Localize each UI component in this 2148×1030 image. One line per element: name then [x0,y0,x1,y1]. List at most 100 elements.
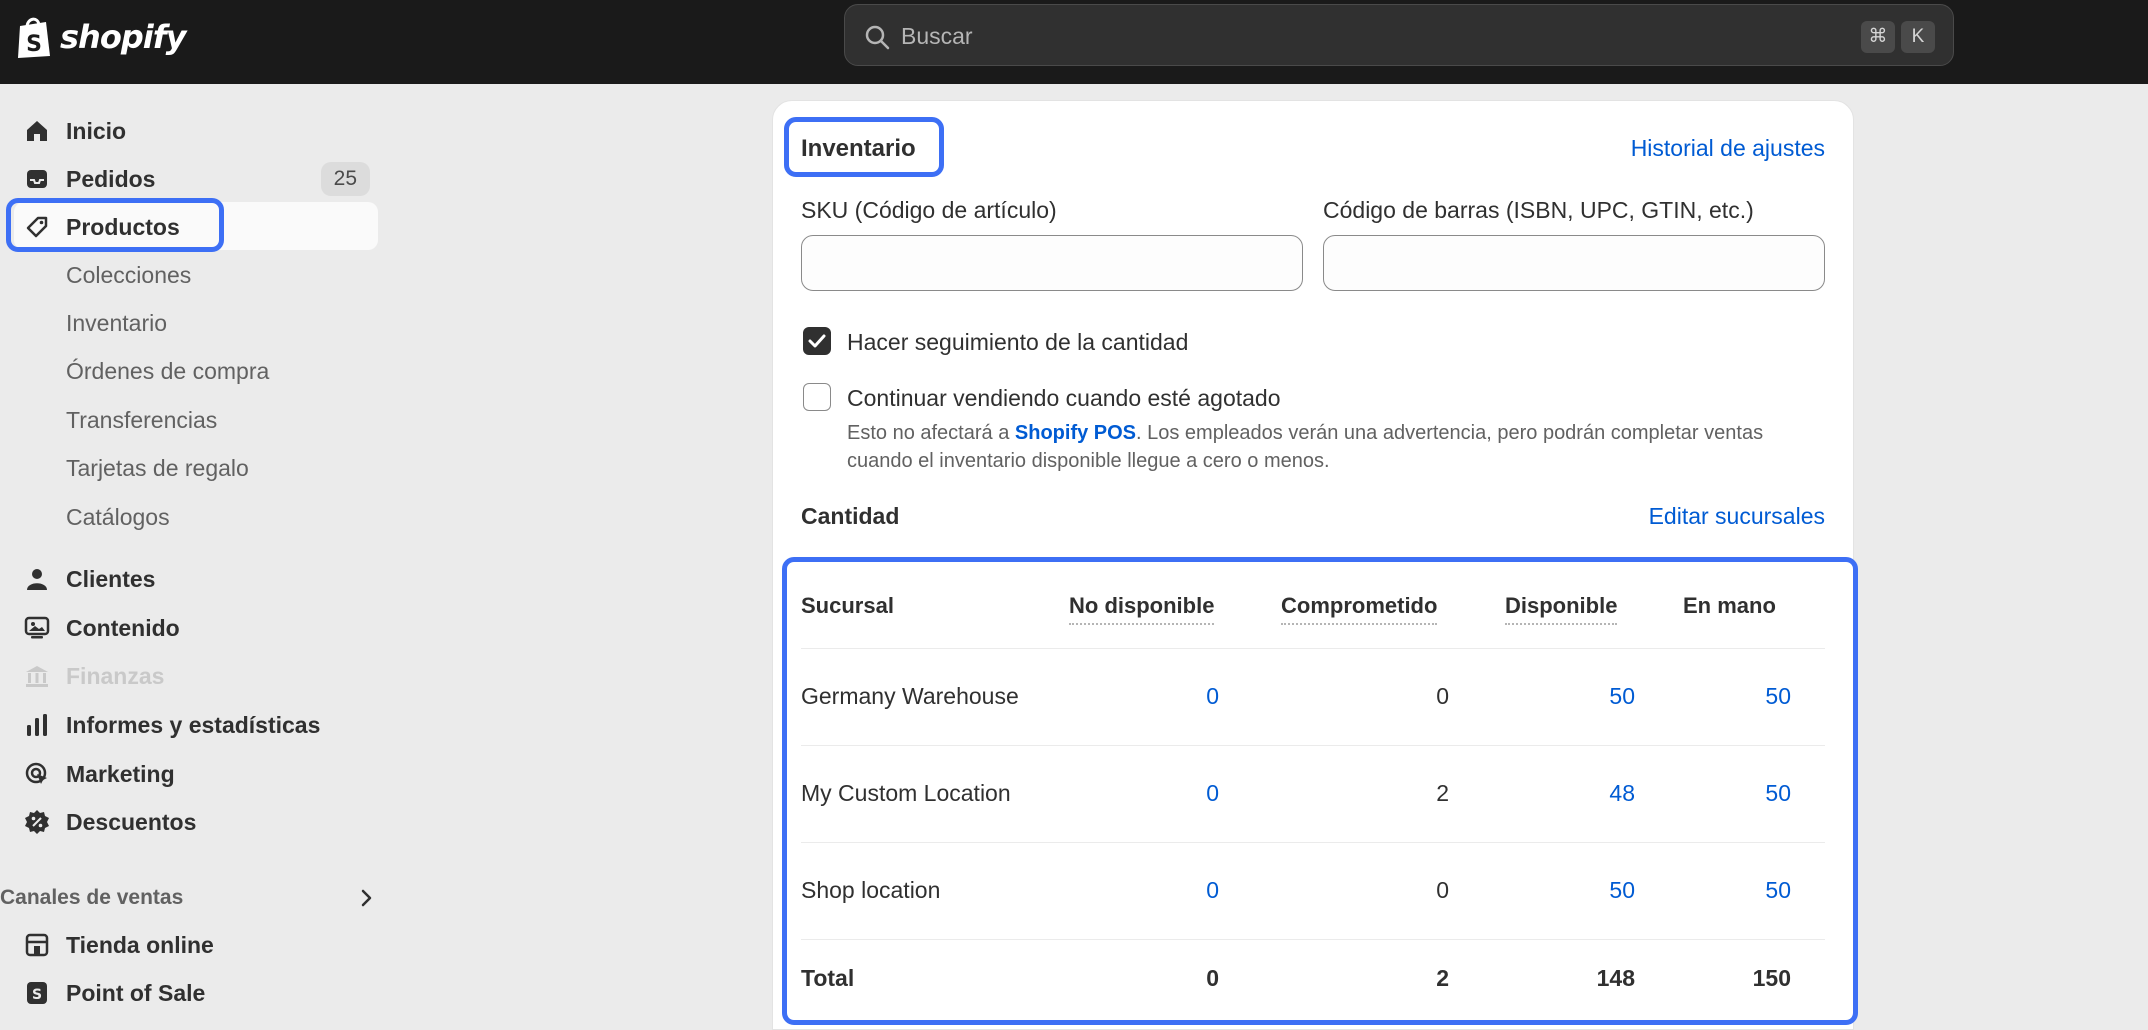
bar-chart-icon [27,714,47,736]
content-icon [24,616,50,639]
shortcut-key-cmd: ⌘ [1861,21,1895,53]
sidebar-item-transferencias[interactable]: Transferencias [14,395,378,443]
barcode-input[interactable] [1323,235,1825,291]
sidebar-item-label: Point of Sale [66,980,206,1006]
bank-icon [26,666,48,687]
checkmark-icon [808,334,826,348]
sidebar-item-label: Transferencias [66,407,218,433]
inventory-card: Inventario Historial de ajustes SKU (Cód… [772,100,1854,1030]
col-header-committed[interactable]: Comprometido [1281,593,1438,625]
continue-selling-label: Continuar vendiendo cuando esté agotado [847,385,1281,411]
shortcut-key-k: K [1901,21,1935,53]
target-icon [25,762,47,784]
sidebar-item-contenido[interactable]: Contenido [14,603,378,651]
sidebar-item-label: Descuentos [66,809,197,835]
total-label: Total [801,965,855,991]
help-text-before: Esto no afectará a [847,422,1015,444]
sidebar-item-tarjetas-de-regalo[interactable]: Tarjetas de regalo [14,443,378,491]
row-divider [801,939,1825,940]
sales-channels-label: Canales de ventas [0,886,184,909]
sku-label: SKU (Código de artículo) [801,197,1057,223]
store-icon [25,933,49,957]
row-location: Germany Warehouse [801,683,1019,709]
sku-input[interactable] [801,235,1303,291]
row-available[interactable]: 50 [1515,877,1635,904]
row-on-hand[interactable]: 50 [1671,683,1791,710]
search-icon [865,25,890,50]
sidebar-item-label: Pedidos [66,166,156,192]
row-location: Shop location [801,877,941,903]
sidebar-item-point-of-sale[interactable]: S Point of Sale [14,968,378,1016]
row-available[interactable]: 50 [1515,683,1635,710]
sidebar-item-inicio[interactable]: Inicio [14,106,378,154]
sidebar-item-colecciones[interactable]: Colecciones [14,250,378,298]
sidebar-item-clientes[interactable]: Clientes [14,554,378,602]
inventory-title: Inventario [801,135,916,162]
shopify-bag-icon: S [18,17,50,58]
shopify-pos-link[interactable]: Shopify POS [1015,422,1136,444]
col-header-on-hand: En mano [1683,593,1776,618]
sidebar-item-pedidos[interactable]: Pedidos 25 [14,154,378,202]
sidebar: Inicio Pedidos 25 Productos Colecciones … [0,84,398,1030]
sidebar-item-label: Tarjetas de regalo [66,455,249,481]
row-unavailable[interactable]: 0 [1099,683,1219,710]
sidebar-item-label: Tienda online [66,932,214,958]
person-icon [27,569,47,590]
total-on-hand: 150 [1752,965,1791,991]
row-committed: 0 [1436,683,1449,709]
sidebar-item-productos[interactable]: Productos [14,202,378,250]
brand-name: shopify [60,18,186,56]
track-quantity-label: Hacer seguimiento de la cantidad [847,329,1189,355]
shopify-logo[interactable]: S shopify [16,14,186,60]
search-placeholder: Buscar [901,23,973,49]
row-location: My Custom Location [801,780,1011,806]
sidebar-item-ordenes-de-compra[interactable]: Órdenes de compra [14,346,378,394]
continue-selling-help-text: Esto no afectará a Shopify POS. Los empl… [847,419,1787,475]
col-header-available[interactable]: Disponible [1505,593,1618,625]
row-on-hand[interactable]: 50 [1671,877,1791,904]
sidebar-item-label: Productos [66,214,180,240]
sidebar-item-inventario[interactable]: Inventario [14,298,378,346]
row-divider [801,648,1825,649]
sidebar-item-label: Colecciones [66,262,192,288]
sidebar-item-tienda-online[interactable]: Tienda online [14,920,378,968]
sidebar-item-informes[interactable]: Informes y estadísticas [14,700,378,748]
sidebar-item-descuentos[interactable]: Descuentos [14,797,378,845]
row-unavailable[interactable]: 0 [1099,877,1219,904]
svg-text:S: S [32,987,42,1003]
total-available: 148 [1596,965,1635,991]
discount-icon [25,810,49,834]
sidebar-item-label: Inventario [66,310,168,336]
total-unavailable: 0 [1206,965,1219,991]
adjustment-history-link[interactable]: Historial de ajustes [1631,135,1825,162]
edit-locations-link[interactable]: Editar sucursales [1649,503,1825,530]
col-header-location: Sucursal [801,593,894,618]
home-icon [27,121,47,141]
sidebar-item-label: Marketing [66,761,175,787]
row-on-hand[interactable]: 50 [1671,780,1791,807]
row-committed: 0 [1436,877,1449,903]
sidebar-item-label: Informes y estadísticas [66,712,321,738]
orders-count-badge: 25 [320,162,370,196]
sidebar-item-label: Finanzas [66,663,165,689]
row-unavailable[interactable]: 0 [1099,780,1219,807]
col-header-unavailable[interactable]: No disponible [1069,593,1215,625]
chevron-right-icon [361,889,372,907]
sidebar-item-marketing[interactable]: Marketing [14,749,378,797]
track-quantity-checkbox[interactable] [803,327,831,355]
sidebar-item-label: Contenido [66,615,180,641]
row-committed: 2 [1436,780,1449,806]
sidebar-item-label: Inicio [66,118,127,144]
search-bar[interactable]: Buscar ⌘ K [844,4,1954,66]
pos-icon: S [27,982,47,1004]
continue-selling-checkbox[interactable] [803,383,831,411]
row-available[interactable]: 48 [1515,780,1635,807]
row-divider [801,745,1825,746]
sidebar-item-catalogos[interactable]: Catálogos [14,492,378,540]
sidebar-item-finanzas: Finanzas [14,651,378,699]
sales-channels-header[interactable]: Canales de ventas [0,878,378,918]
sidebar-item-label: Catálogos [66,504,170,530]
top-bar: S shopify Buscar ⌘ K [0,0,2148,84]
sidebar-item-label: Órdenes de compra [66,358,270,384]
sidebar-item-label: Clientes [66,566,156,592]
